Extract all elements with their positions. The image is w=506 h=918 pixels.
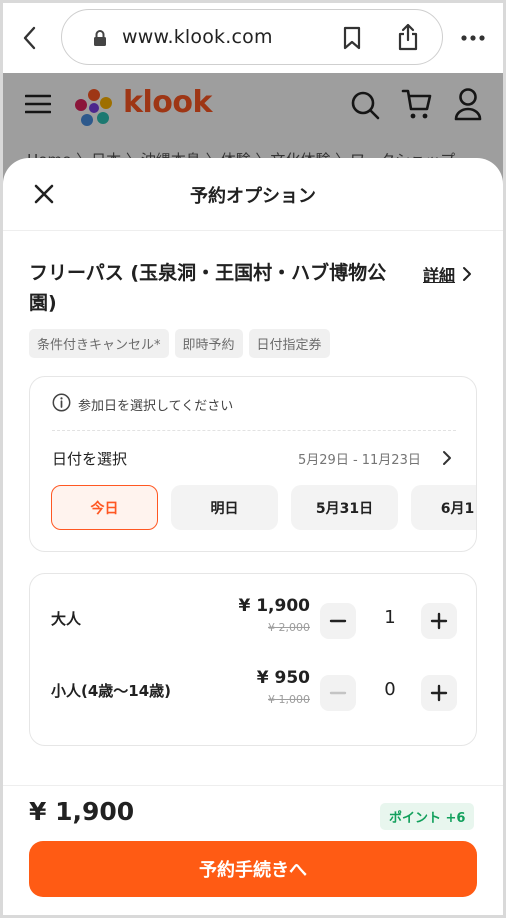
date-chip-tomorrow[interactable]: 明日: [171, 485, 278, 530]
tag-dated-ticket: 日付指定券: [248, 329, 330, 358]
decrease-button-disabled[interactable]: [320, 675, 356, 711]
total-price: ¥ 1,900: [29, 797, 135, 826]
lock-icon: [92, 29, 108, 51]
product-tags: 条件付きキャンセル* 即時予約 日付指定券: [29, 329, 330, 358]
increase-button[interactable]: [421, 675, 457, 711]
quantity-value: 0: [384, 679, 396, 700]
quantity-row-child: 小人(4歳〜14歳) ¥ 950 ¥ 1,000 0: [30, 662, 478, 722]
quantity-value: 1: [384, 607, 396, 628]
price: ¥ 1,900: [238, 596, 310, 616]
back-icon[interactable]: [17, 23, 43, 53]
info-icon: [52, 393, 71, 416]
product-title: フリーパス (玉泉洞・王国村・ハブ博物公園): [29, 262, 387, 314]
original-price: ¥ 2,000: [268, 621, 310, 634]
browser-toolbar: www.klook.com: [3, 3, 503, 73]
ticket-type-label: 大人: [51, 610, 82, 628]
divider: [3, 785, 503, 786]
site-content: klook Home 〉日本 〉沖縄本島 〉体験 〉文化体験 〉ワークショップ …: [3, 73, 503, 915]
date-chip-june-1[interactable]: 6月1日: [411, 485, 476, 530]
points-badge: ポイント +6: [380, 803, 475, 830]
more-icon[interactable]: [460, 27, 486, 46]
date-selection-card: 参加日を選択してください 日付を選択 5月29日 - 11月23日 今日 明日 …: [29, 376, 477, 552]
date-select-label[interactable]: 日付を選択: [52, 448, 127, 469]
tag-instant-booking: 即時予約: [174, 329, 243, 358]
booking-options-sheet: 予約オプション フリーパス (玉泉洞・王国村・ハブ博物公園) 詳細 条件付きキャ…: [3, 158, 503, 915]
chevron-right-icon[interactable]: [441, 450, 453, 470]
detail-link[interactable]: 詳細: [423, 262, 455, 286]
url-text: www.klook.com: [122, 26, 273, 48]
increase-button[interactable]: [421, 603, 457, 639]
bookmark-icon[interactable]: [342, 26, 362, 54]
date-chip-list: 今日 明日 5月31日 6月1日: [51, 485, 476, 530]
date-info-text: 参加日を選択してください: [78, 399, 234, 414]
quantity-card: 大人 ¥ 1,900 ¥ 2,000 1 小人(4歳〜14歳) ¥ 950 ¥ …: [29, 573, 477, 746]
share-icon[interactable]: [397, 23, 419, 55]
divider: [52, 430, 456, 431]
chevron-right-icon[interactable]: [461, 266, 473, 286]
date-range[interactable]: 5月29日 - 11月23日: [298, 449, 421, 468]
sheet-header: 予約オプション: [3, 158, 503, 231]
date-chip-today[interactable]: 今日: [51, 485, 158, 530]
price: ¥ 950: [256, 668, 310, 688]
sheet-title: 予約オプション: [190, 186, 316, 207]
tag-cancellation: 条件付きキャンセル*: [29, 329, 169, 358]
decrease-button[interactable]: [320, 603, 356, 639]
ticket-type-label: 小人(4歳〜14歳): [51, 682, 172, 700]
original-price: ¥ 1,000: [268, 693, 310, 706]
address-bar[interactable]: www.klook.com: [61, 9, 443, 65]
quantity-row-adult: 大人 ¥ 1,900 ¥ 2,000 1: [30, 590, 478, 650]
date-chip-may-31[interactable]: 5月31日: [291, 485, 398, 530]
proceed-to-booking-button[interactable]: 予約手続きへ: [29, 841, 477, 897]
phone-screen: www.klook.com klook 予約オプション フリーパス (玉泉洞・王…: [3, 3, 503, 915]
